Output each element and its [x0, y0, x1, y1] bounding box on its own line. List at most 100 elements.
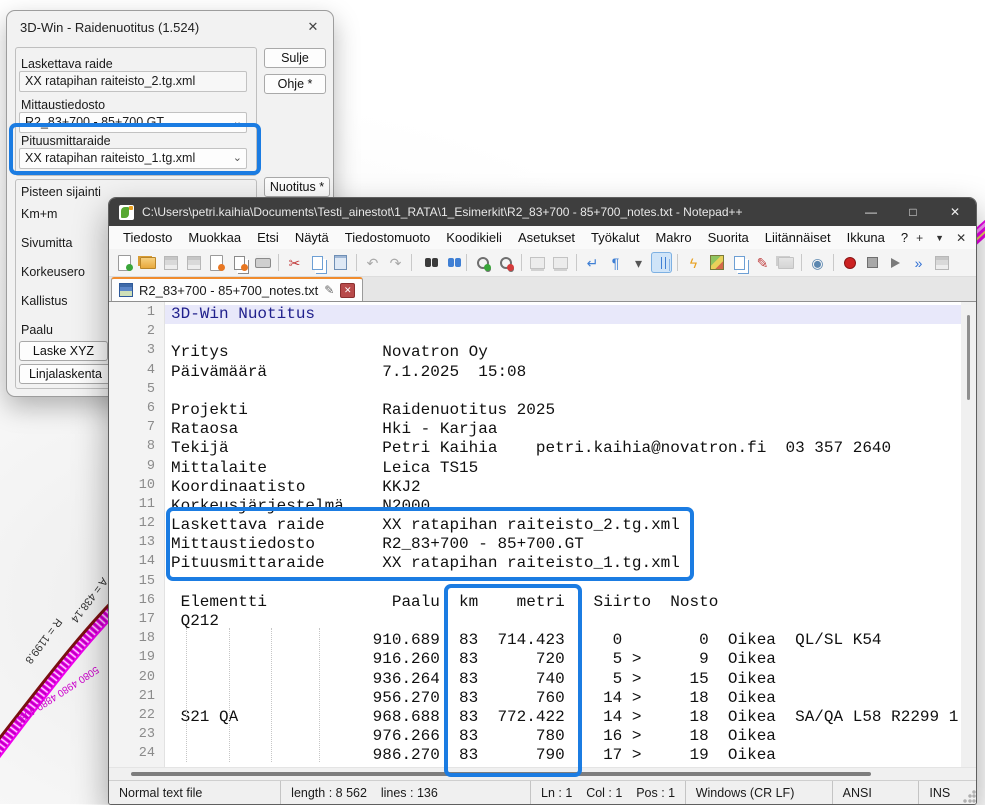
minimize-button[interactable]: — [850, 198, 892, 226]
redo-icon[interactable]: ↷ [385, 252, 406, 273]
editor-line-18[interactable]: 910.689 83 714.423 0 0 Oikea QL/SL K54 [171, 631, 961, 650]
editor-line-22[interactable]: S21 QA 968.688 83 772.422 14 > 18 Oikea … [171, 708, 961, 727]
function-edit-icon[interactable]: ✎ [752, 252, 773, 273]
cut-icon[interactable]: ✂ [284, 252, 305, 273]
editor-line-4[interactable]: Päivämäärä 7.1.2025 15:08 [171, 363, 961, 382]
close-doc-icon[interactable] [206, 252, 227, 273]
maximize-button[interactable]: □ [892, 198, 934, 226]
close-tab-icon[interactable]: ✕ [956, 231, 966, 245]
save-icon[interactable] [160, 252, 181, 273]
editor-line-11[interactable]: Korkeusjärjestelmä N2000 [171, 497, 961, 516]
open-icon[interactable] [137, 252, 158, 273]
menu--[interactable]: ? [893, 226, 916, 249]
editor-line-12[interactable]: Laskettava raide XX ratapihan raiteisto_… [171, 516, 961, 535]
menu-ikkuna[interactable]: Ikkuna [839, 226, 893, 249]
menu-liit-nn-iset[interactable]: Liitännäiset [757, 226, 839, 249]
doc-list-icon[interactable] [729, 252, 750, 273]
paste-icon[interactable] [330, 252, 351, 273]
sync-scroll-v-icon[interactable] [527, 252, 548, 273]
pituusmittaraide-combobox[interactable]: XX ratapihan raiteisto_1.tg.xml ⌄ [19, 148, 247, 169]
sync-scroll-h-icon[interactable] [550, 252, 571, 273]
editor-area[interactable]: 123456789101112131415161718192021222324 … [109, 302, 976, 767]
horizontal-scrollbar[interactable] [109, 767, 976, 780]
editor-line-3[interactable]: Yritys Novatron Oy [171, 343, 961, 362]
new-tab-icon[interactable]: + [916, 231, 923, 245]
indent-guide-icon[interactable] [651, 252, 672, 273]
vertical-scrollbar[interactable] [961, 302, 976, 767]
editor-line-13[interactable]: Mittaustiedosto R2_83+700 - 85+700.GT [171, 535, 961, 554]
close-all-docs-icon[interactable] [229, 252, 250, 273]
menu-tiedosto[interactable]: Tiedosto [115, 226, 180, 249]
editor-line-20[interactable]: 936.264 83 740 5 > 15 Oikea [171, 670, 961, 689]
editor-line-8[interactable]: Tekijä Petri Kaihia petri.kaihia@novatro… [171, 439, 961, 458]
ohje-button[interactable]: Ohje * [264, 74, 326, 94]
editor-line-19[interactable]: 916.260 83 720 5 > 9 Oikea [171, 650, 961, 669]
editor-line-10[interactable]: Koordinaatisto KKJ2 [171, 478, 961, 497]
editor-line-6[interactable]: Projekti Raidenuotitus 2025 [171, 401, 961, 420]
show-all-chars-icon[interactable]: ¶ [605, 252, 626, 273]
doc-map-icon[interactable] [706, 252, 727, 273]
tab-close-icon[interactable]: ✕ [340, 283, 355, 298]
menu-etsi[interactable]: Etsi [249, 226, 287, 249]
status-encoding[interactable]: ANSI [832, 781, 919, 804]
vertical-scrollbar-thumb[interactable] [967, 315, 970, 400]
undo-icon[interactable]: ↶ [362, 252, 383, 273]
macro-stop-icon[interactable] [862, 252, 883, 273]
sulje-button[interactable]: Sulje [264, 48, 326, 68]
close-button[interactable]: ✕ [934, 198, 976, 226]
editor-line-23[interactable]: 976.266 83 780 16 > 18 Oikea [171, 727, 961, 746]
laske-xyz-button[interactable]: Laske XYZ [19, 341, 108, 361]
editor-line-14[interactable]: Pituusmittaraide XX ratapihan raiteisto_… [171, 554, 961, 573]
zoom-out-icon[interactable] [495, 252, 516, 273]
editor-line-5[interactable] [171, 382, 961, 401]
pin-icon[interactable]: ✎ [324, 283, 334, 297]
editor-line-1[interactable]: 3D-Win Nuotitus [165, 305, 961, 324]
zoom-in-icon[interactable] [472, 252, 493, 273]
save-copy-icon[interactable] [183, 252, 204, 273]
print-icon[interactable] [252, 252, 273, 273]
status-eol-format[interactable]: Windows (CR LF) [685, 781, 832, 804]
function-list-icon[interactable]: ϟ [683, 252, 704, 273]
editor-line-15[interactable] [171, 574, 961, 593]
resize-grip[interactable] [962, 790, 976, 804]
dialog-title: 3D-Win - Raidenuotitus (1.524) [20, 20, 199, 35]
editor-line-7[interactable]: Rataosa Hki - Karjaa [171, 420, 961, 439]
menu-makro[interactable]: Makro [647, 226, 699, 249]
horizontal-scrollbar-thumb[interactable] [131, 772, 871, 776]
folder-workspace-icon[interactable] [775, 252, 796, 273]
nuotitus-button[interactable]: Nuotitus * [264, 177, 330, 197]
find-icon[interactable] [417, 252, 438, 273]
menu-ty-kalut[interactable]: Työkalut [583, 226, 647, 249]
editor-line-24[interactable]: 986.270 83 790 17 > 19 Oikea [171, 746, 961, 765]
mittaustiedosto-combobox[interactable]: R2_83+700 - 85+700.GT ⌄ [19, 112, 247, 133]
editor-line-2[interactable] [171, 324, 961, 343]
macro-record-icon[interactable] [839, 252, 860, 273]
macro-run-multiple-icon[interactable]: » [908, 252, 929, 273]
tab-r2-notes[interactable]: R2_83+700 - 85+700_notes.txt ✎ ✕ [111, 277, 363, 301]
dialog-close-icon[interactable]: ✕ [303, 17, 323, 37]
view-eye-icon[interactable]: ◉ [807, 252, 828, 273]
new-file-icon[interactable] [114, 252, 135, 273]
title-bar[interactable]: C:\Users\petri.kaihia\Documents\Testi_ai… [109, 198, 976, 226]
macro-save-icon[interactable] [931, 252, 952, 273]
editor-text[interactable]: 3D-Win Nuotitus Yritys Novatron OyPäivämä… [165, 302, 961, 767]
editor-line-16[interactable]: Elementti Paalu km metri Siirto Nosto [171, 593, 961, 612]
tab-list-dropdown-icon[interactable]: ▼ [935, 233, 944, 243]
menu-muokkaa[interactable]: Muokkaa [180, 226, 249, 249]
show-chars-dropdown-icon[interactable]: ▾ [628, 252, 649, 273]
status-insert-mode[interactable]: INS [918, 781, 962, 804]
menu-asetukset[interactable]: Asetukset [510, 226, 583, 249]
macro-play-icon[interactable] [885, 252, 906, 273]
copy-icon[interactable] [307, 252, 328, 273]
menu-n-yt-[interactable]: Näytä [287, 226, 337, 249]
editor-line-9[interactable]: Mittalaite Leica TS15 [171, 459, 961, 478]
editor-line-17[interactable]: Q212 [171, 612, 961, 631]
word-wrap-icon[interactable]: ↵ [582, 252, 603, 273]
menu-koodikieli[interactable]: Koodikieli [438, 226, 510, 249]
linjalaskenta-button[interactable]: Linjalaskenta [19, 364, 112, 384]
menu-tiedostomuoto[interactable]: Tiedostomuoto [337, 226, 439, 249]
menu-suorita[interactable]: Suorita [700, 226, 757, 249]
replace-icon[interactable] [440, 252, 461, 273]
editor-line-21[interactable]: 956.270 83 760 14 > 18 Oikea [171, 689, 961, 708]
line-number: 17 [109, 612, 164, 631]
